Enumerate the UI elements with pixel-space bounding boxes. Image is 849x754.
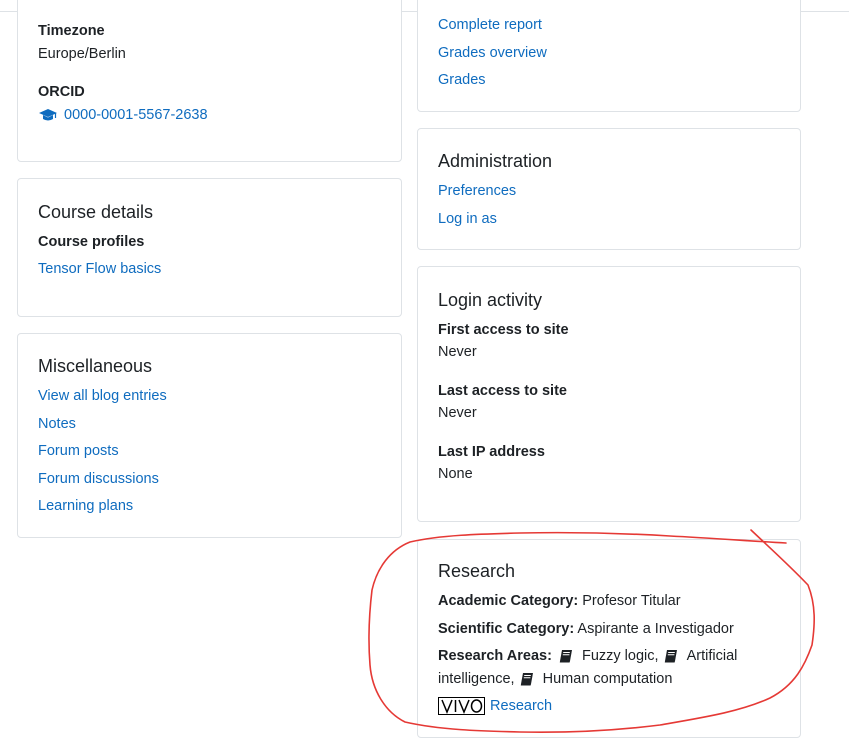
timezone-value: Europe/Berlin: [38, 46, 126, 62]
forum-posts-link[interactable]: Forum posts: [38, 443, 119, 459]
learning-plans-link[interactable]: Learning plans: [38, 498, 133, 514]
research-area-2-cont: intelligence,: [438, 671, 515, 687]
first-access-label: First access to site: [438, 322, 569, 338]
scientific-category-label: Scientific Category:: [438, 621, 575, 637]
scientific-category-value: Aspirante a Investigador: [577, 621, 734, 637]
research-title: Research: [438, 561, 516, 581]
last-access-label: Last access to site: [438, 383, 567, 399]
research-area-3: Human computation: [542, 671, 673, 687]
log-in-as-link[interactable]: Log in as: [438, 211, 497, 227]
vivo-logo-icon: [441, 699, 483, 714]
login-activity-card: Login activity First access to site Neve…: [417, 266, 801, 522]
notes-link[interactable]: Notes: [38, 416, 76, 432]
book-icon: [559, 650, 572, 663]
login-activity-title: Login activity: [438, 290, 543, 310]
complete-report-link[interactable]: Complete report: [438, 17, 542, 33]
book-icon: [664, 650, 677, 663]
course-details-title: Course details: [38, 202, 154, 222]
graduation-cap-icon: [39, 109, 57, 121]
reports-card: Complete report Grades overview Grades: [417, 0, 801, 112]
book-icon: [520, 673, 533, 686]
academic-category-value: Profesor Titular: [582, 593, 681, 609]
miscellaneous-title: Miscellaneous: [38, 356, 153, 376]
forum-discussions-link[interactable]: Forum discussions: [38, 471, 159, 487]
administration-card: Administration Preferences Log in as: [417, 128, 801, 250]
last-ip-value: None: [438, 466, 473, 482]
timezone-label: Timezone: [38, 23, 105, 39]
research-areas-continued: intelligence, Human computation: [438, 671, 672, 687]
course-link[interactable]: Tensor Flow basics: [38, 261, 161, 277]
academic-category-label: Academic Category:: [438, 593, 579, 609]
research-area-2: Artificial: [686, 648, 738, 664]
last-ip-label: Last IP address: [438, 444, 545, 460]
course-details-card: Course details Course profiles Tensor Fl…: [17, 178, 402, 317]
miscellaneous-card: Miscellaneous View all blog entries Note…: [17, 333, 402, 538]
research-areas: Research Areas: Fuzzy logic, Artificial: [438, 648, 737, 664]
last-access-value: Never: [438, 405, 477, 421]
grades-link[interactable]: Grades: [438, 72, 486, 88]
academic-category: Academic Category: Profesor Titular: [438, 593, 681, 609]
vivo-research-link[interactable]: Research: [490, 698, 552, 714]
vivo-logo[interactable]: [438, 697, 485, 715]
scientific-category: Scientific Category: Aspirante a Investi…: [438, 621, 734, 637]
first-access-value: Never: [438, 344, 477, 360]
research-areas-label: Research Areas:: [438, 648, 552, 664]
user-details-card: Timezone Europe/Berlin ORCID 0000-0001-5…: [17, 0, 402, 162]
grades-overview-link[interactable]: Grades overview: [438, 45, 547, 61]
course-profiles-label: Course profiles: [38, 234, 145, 250]
research-area-1: Fuzzy logic,: [581, 648, 659, 664]
research-card: Research Academic Category: Profesor Tit…: [417, 539, 801, 738]
administration-title: Administration: [438, 151, 553, 171]
blog-entries-link[interactable]: View all blog entries: [38, 388, 167, 404]
vivo-research[interactable]: Research: [438, 697, 552, 715]
orcid-link[interactable]: 0000-0001-5567-2638: [38, 107, 208, 123]
orcid-label: ORCID: [38, 84, 85, 100]
orcid-value[interactable]: 0000-0001-5567-2638: [64, 107, 208, 123]
preferences-link[interactable]: Preferences: [438, 183, 516, 199]
